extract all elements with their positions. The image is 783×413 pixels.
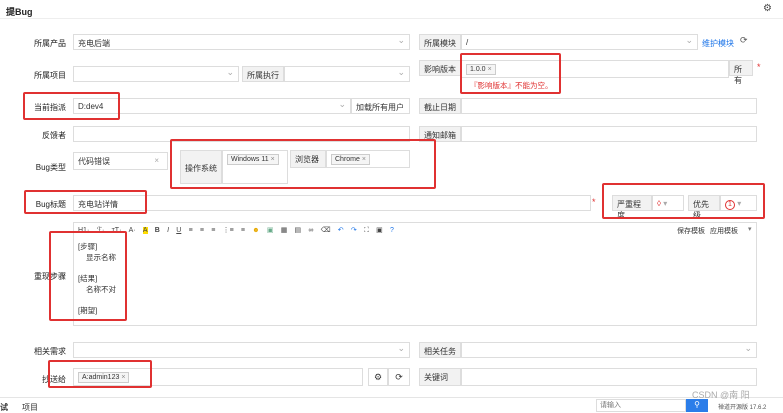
steps-editor[interactable]: H1· ℱ· тT· A· A B I U ≡ ≡ ≡ ⋮≡ ≡ ☻ ▣ ▦ ▤… [73, 222, 757, 326]
save-template-button[interactable]: 保存模板 [677, 226, 705, 236]
execution-select[interactable] [284, 66, 410, 82]
font-color-button[interactable]: A· [129, 227, 136, 234]
version-all-label[interactable]: 所有 [729, 60, 753, 85]
annotation-box-title-label [24, 190, 147, 214]
annotation-box-cc [48, 360, 152, 388]
maintain-module-link[interactable]: 维护模块 [702, 38, 734, 49]
execution-label: 所属执行 [242, 66, 284, 82]
story-select[interactable] [73, 342, 410, 358]
code-icon[interactable]: ▤ [295, 226, 302, 234]
align-left-icon[interactable]: ≡ [189, 227, 193, 234]
footer-divider [0, 397, 783, 398]
fullscreen-icon[interactable]: ⛶ [364, 227, 369, 235]
header-divider [0, 18, 783, 19]
underline-button[interactable]: U [176, 227, 181, 234]
page-title: 提Bug [6, 7, 33, 17]
align-right-icon[interactable]: ≡ [211, 227, 215, 234]
project-select[interactable] [73, 66, 239, 82]
clear-icon[interactable]: ⌫ [321, 226, 331, 234]
list-bullet-icon[interactable]: ≡ [241, 227, 245, 234]
gear-icon[interactable]: ⚙ [763, 3, 772, 14]
required-mark: * [757, 62, 761, 72]
annotation-box-steps [49, 231, 127, 321]
task-select[interactable] [461, 342, 757, 358]
annotation-box-environment [170, 139, 436, 189]
keywords-label: 关键词 [419, 368, 461, 386]
bug-type-select[interactable]: 代码错误 × [73, 152, 168, 170]
product-label: 所属产品 [34, 39, 66, 48]
list-ordered-icon[interactable]: ⋮≡ [223, 226, 234, 234]
watermark: CSDN @南 阳 [692, 390, 750, 400]
bold-button[interactable]: B [155, 227, 160, 234]
align-center-icon[interactable]: ≡ [200, 227, 204, 234]
table-icon[interactable]: ▦ [281, 226, 288, 234]
deadline-input[interactable] [461, 98, 757, 114]
refresh-icon[interactable]: ⟳ [740, 35, 748, 46]
bug-title-input[interactable]: 充电站详情 [73, 195, 591, 211]
refresh-icon[interactable]: ⟳ [388, 368, 410, 386]
footer-tab[interactable]: 试 [0, 402, 8, 413]
undo-icon[interactable]: ↶ [338, 226, 344, 234]
image-icon[interactable]: ▣ [267, 226, 274, 234]
feedback-label: 反馈者 [42, 131, 66, 140]
notify-email-input[interactable] [461, 126, 757, 142]
help-icon[interactable]: ? [390, 227, 394, 234]
keywords-input[interactable] [461, 368, 757, 386]
story-label: 相关需求 [34, 347, 66, 356]
annotation-box-version [460, 53, 561, 94]
deadline-label: 截止日期 [419, 98, 461, 114]
emoji-icon[interactable]: ☻ [252, 227, 259, 234]
apply-template-caret[interactable]: ▾ [748, 225, 752, 233]
source-icon[interactable]: ▣ [376, 226, 383, 234]
gear-icon[interactable]: ⚙ [368, 368, 388, 386]
link-icon[interactable]: ∞ [308, 227, 313, 234]
redo-icon[interactable]: ↷ [351, 226, 357, 234]
version-info: 禅道开源版 17.6.2 [718, 405, 767, 411]
load-all-users[interactable]: 加载所有用户 [351, 98, 410, 114]
footer-search-input[interactable] [596, 399, 686, 412]
highlight-button[interactable]: A [142, 227, 148, 234]
apply-template-button[interactable]: 应用模板 [710, 226, 738, 236]
annotation-box-assignee [23, 92, 120, 120]
module-label: 所属模块 [419, 34, 461, 50]
version-label: 影响版本 [419, 60, 461, 76]
task-label: 相关任务 [419, 342, 461, 358]
footer-tab[interactable]: 项目 [22, 402, 38, 413]
project-label: 所属项目 [34, 71, 66, 80]
product-select[interactable]: 充电后端 [73, 34, 410, 50]
required-mark-title: * [592, 197, 596, 207]
bug-type-label: Bug类型 [35, 163, 66, 172]
italic-button[interactable]: I [167, 227, 169, 234]
module-select[interactable]: / [461, 34, 698, 50]
annotation-box-severity [602, 183, 765, 219]
